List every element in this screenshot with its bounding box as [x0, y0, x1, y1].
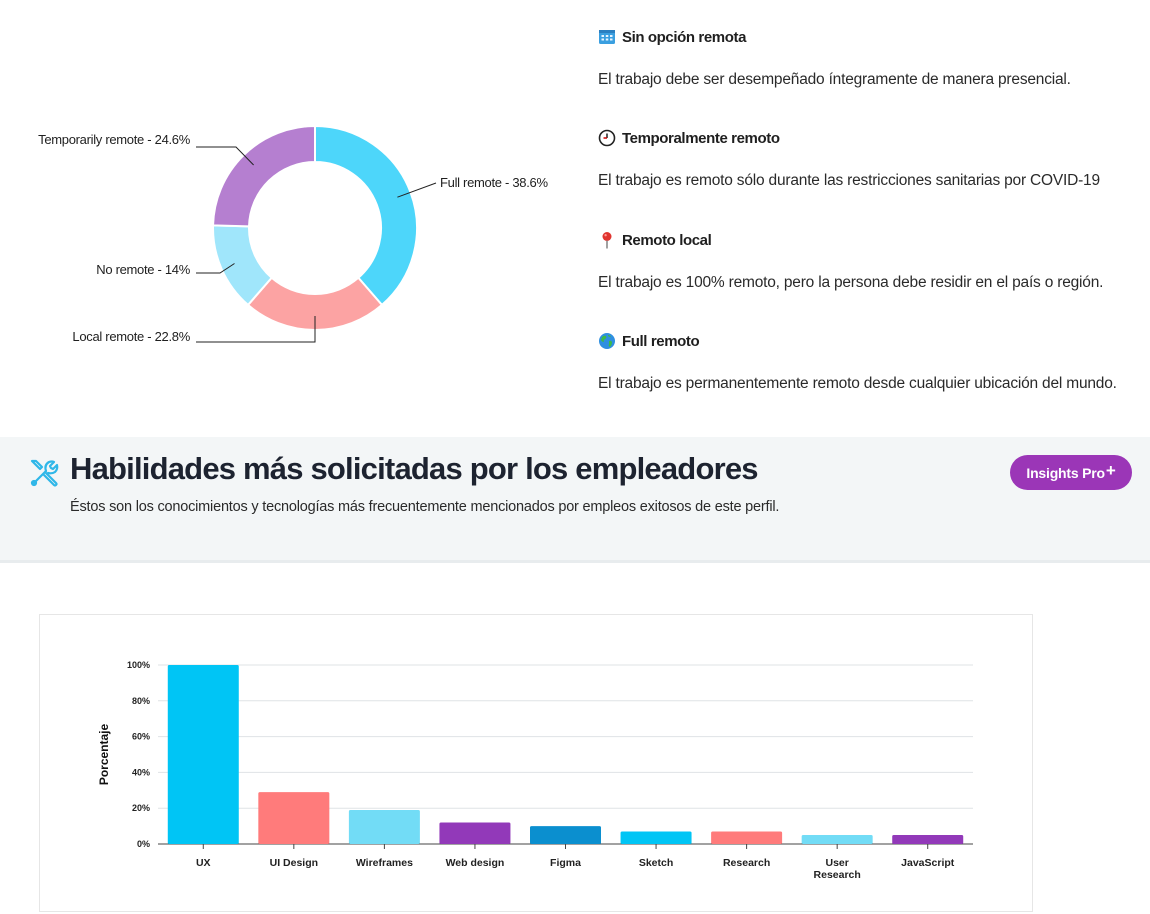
- bar-ui-design[interactable]: [258, 792, 330, 844]
- x-category-label: UI Design: [270, 857, 318, 869]
- insights-pro-label: Insights Pro: [1026, 464, 1105, 481]
- legend-item-no-remote: Sin opción remota El trabajo debe ser de…: [598, 26, 1143, 92]
- x-category-label: UX: [196, 857, 211, 869]
- insights-pro-button[interactable]: Insights Pro +: [1010, 455, 1132, 490]
- y-tick-label: 100%: [127, 660, 150, 670]
- y-tick-label: 80%: [132, 696, 150, 706]
- skills-title: Habilidades más solicitadas por los empl…: [70, 451, 759, 486]
- skills-subtitle: Éstos son los conocimientos y tecnología…: [70, 499, 780, 515]
- donut-label-local-remote: Local remote - 22.8%: [72, 329, 190, 344]
- y-tick-label: 0%: [137, 839, 150, 849]
- bar-figma[interactable]: [530, 826, 601, 844]
- x-category-label: Wireframes: [356, 857, 413, 869]
- skills-bar-chart-card: 0% 20% 40% 60% 80% 100% Porcentaje UX UI Design W…: [39, 614, 1033, 912]
- pushpin-icon: [598, 231, 616, 249]
- bar-web-design[interactable]: [439, 822, 511, 844]
- clock-icon: [598, 129, 616, 147]
- x-category-label: Research: [723, 857, 770, 869]
- bar-user-research[interactable]: [801, 835, 873, 844]
- legend-item-full-remote: Full remoto El trabajo es permanentement…: [598, 330, 1143, 396]
- y-tick-label: 60%: [132, 732, 150, 742]
- skills-bar-chart: 0% 20% 40% 60% 80% 100% Porcentaje UX UI Design W…: [97, 660, 973, 881]
- donut-label-temporarily-remote: Temporarily remote - 24.6%: [38, 132, 191, 147]
- office-building-icon: [598, 28, 616, 46]
- x-category-label: Web design: [446, 857, 505, 869]
- x-category-label: Sketch: [639, 857, 673, 869]
- y-tick-label: 20%: [132, 803, 150, 813]
- legend-title: Sin opción remota: [622, 28, 747, 46]
- tools-icon: [28, 457, 60, 489]
- y-tick-label: 40%: [132, 767, 150, 777]
- legend-description: El trabajo es 100% remoto, pero la perso…: [598, 274, 1104, 291]
- legend-description: El trabajo es remoto sólo durante las re…: [598, 172, 1100, 189]
- legend-description: El trabajo es permanentemente remoto des…: [598, 375, 1117, 392]
- x-category-label: Figma: [550, 857, 581, 869]
- legend-item-temporary-remote: Temporalmente remoto El trabajo es remot…: [598, 127, 1143, 193]
- legend-description: El trabajo debe ser desempeñado íntegram…: [598, 71, 1071, 88]
- legend-title: Temporalmente remoto: [622, 129, 780, 147]
- bar-javascript[interactable]: [892, 835, 964, 844]
- donut-slice-temporarily-remote[interactable]: [212, 124, 316, 228]
- bar-sketch[interactable]: [620, 831, 692, 844]
- legend-title: Remoto local: [622, 231, 712, 249]
- bar-ux[interactable]: [167, 665, 239, 844]
- legend-title: Full remoto: [622, 332, 700, 350]
- donut-label-no-remote: No remote - 14%: [96, 262, 191, 277]
- x-category-label: User Research: [814, 857, 861, 881]
- bar-research[interactable]: [711, 831, 783, 844]
- globe-icon: [598, 332, 616, 350]
- donut-label-full-remote: Full remote - 38.6%: [440, 175, 548, 190]
- x-category-label: JavaScript: [901, 857, 955, 869]
- remote-donut-chart: Full remote - 38.6% Local remote - 22.8% N…: [38, 124, 549, 344]
- y-axis-label: Porcentaje: [97, 723, 111, 785]
- skills-header: Habilidades más solicitadas por los empl…: [0, 437, 1150, 563]
- legend-item-local-remote: Remoto local El trabajo es 100% remoto, …: [598, 229, 1143, 295]
- donut-slice-full-remote[interactable]: [314, 124, 418, 307]
- bar-wireframes[interactable]: [348, 809, 420, 844]
